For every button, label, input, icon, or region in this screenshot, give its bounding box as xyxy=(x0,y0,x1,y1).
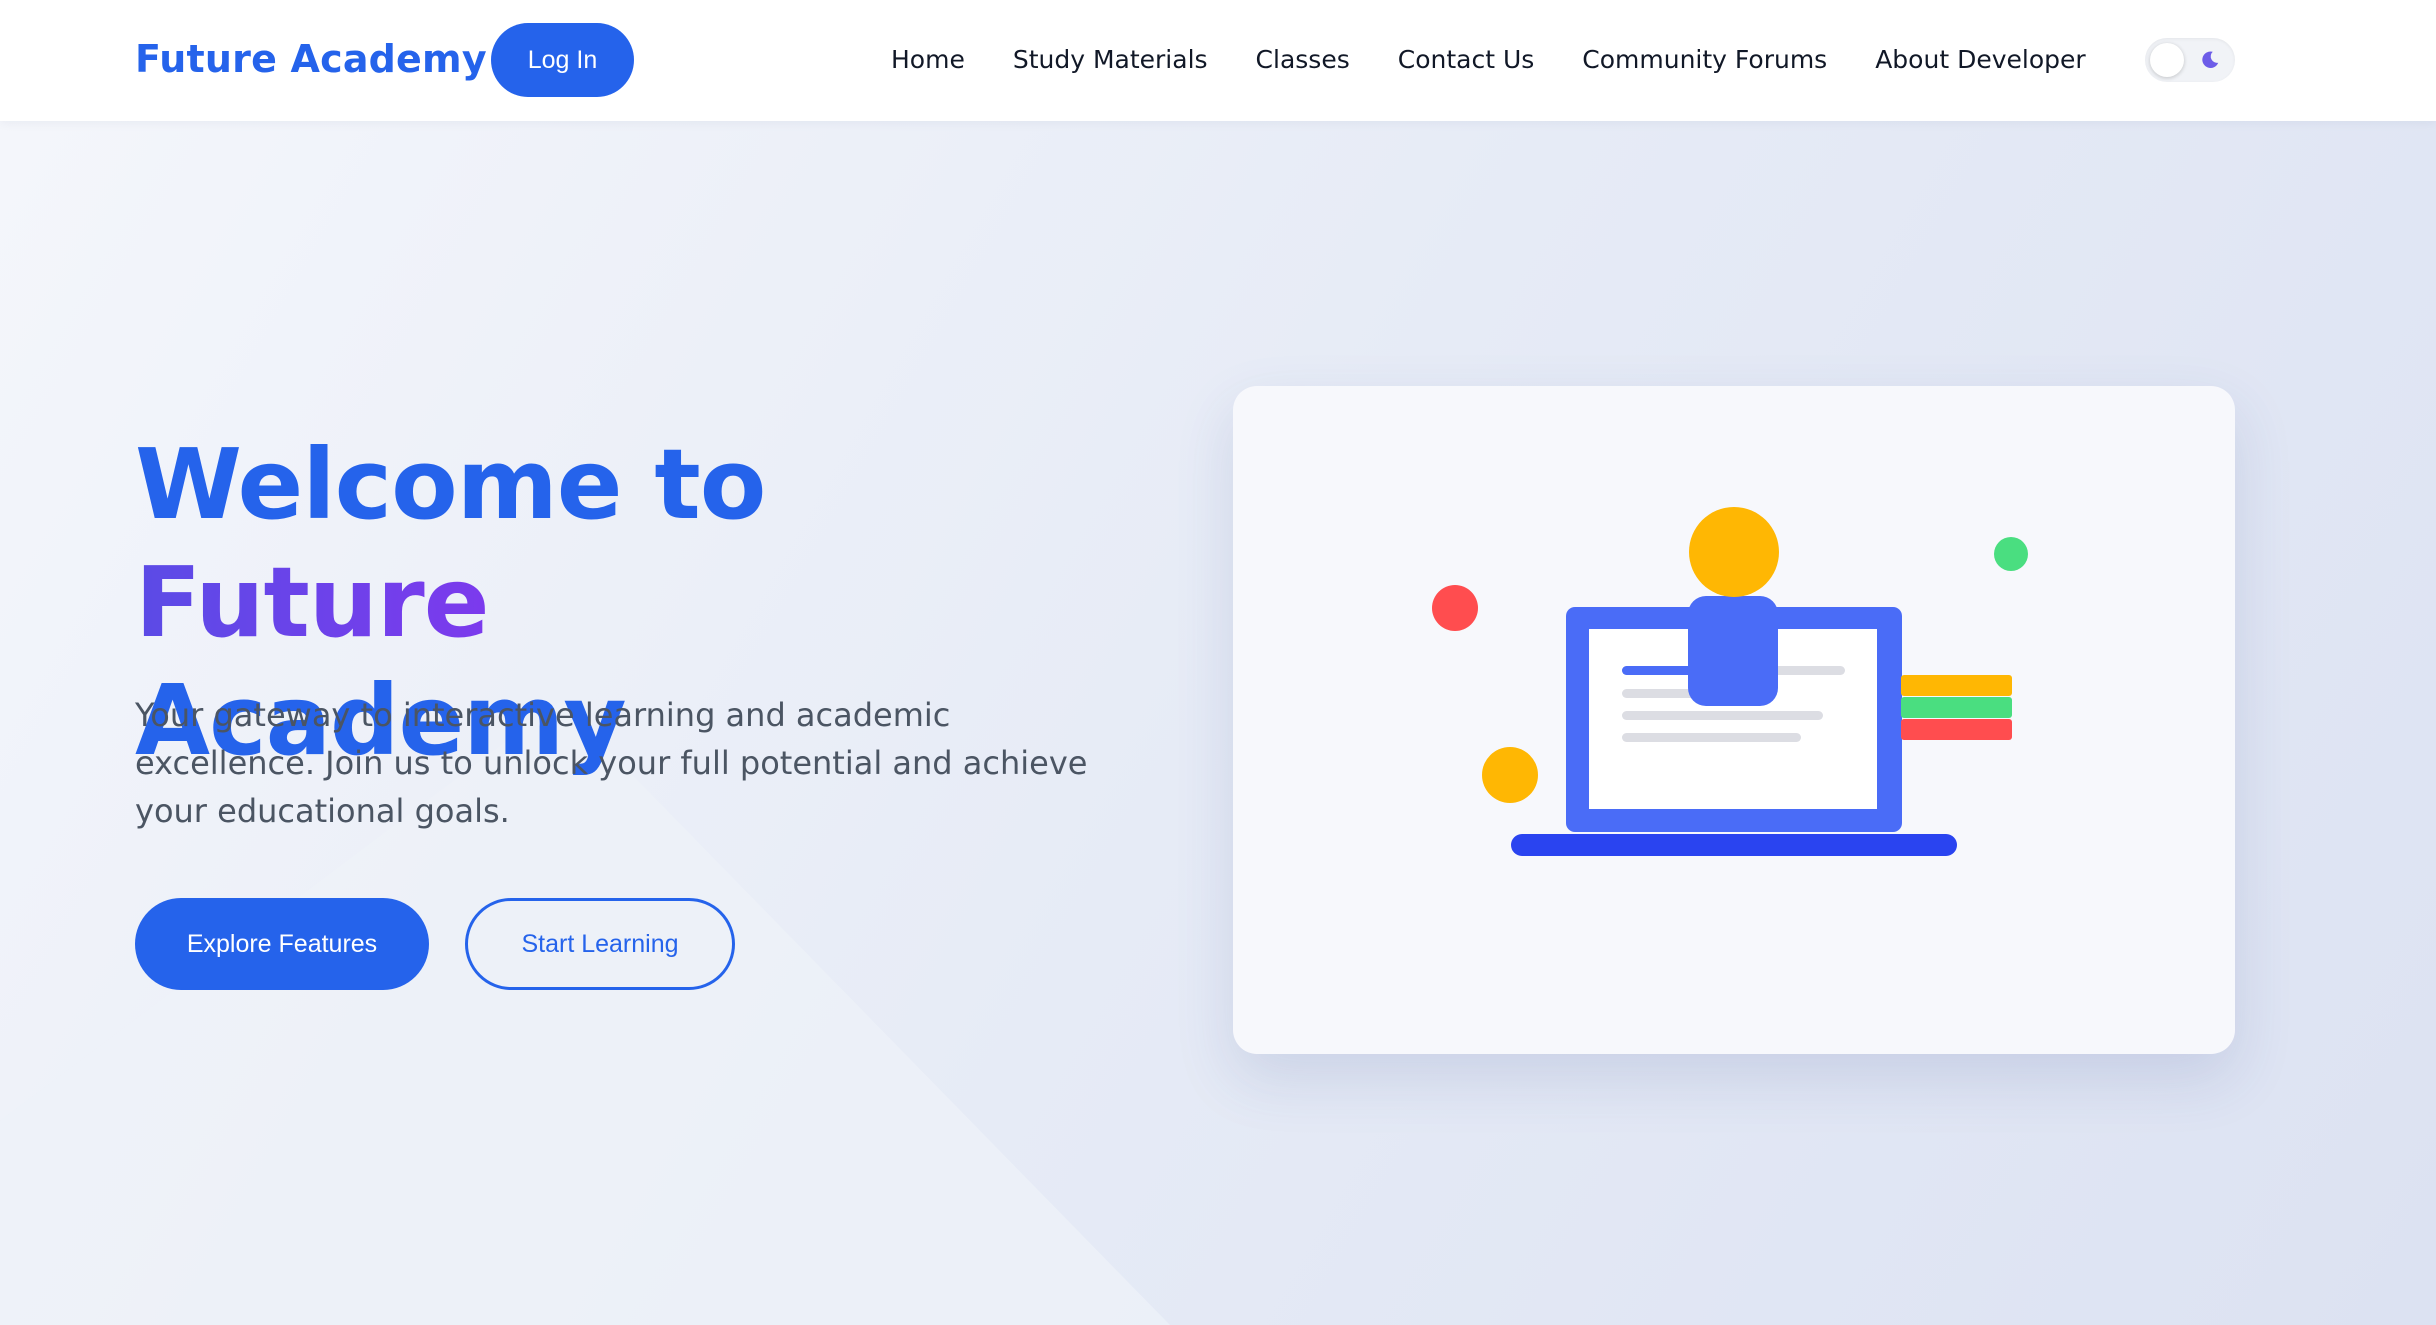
top-navbar: Future Academy Log In Home Study Materia… xyxy=(0,0,2436,121)
person-head-shape xyxy=(1689,507,1779,597)
start-learning-button[interactable]: Start Learning xyxy=(465,898,735,990)
nav-item-home: Home xyxy=(891,37,965,83)
nav-link-study-materials[interactable]: Study Materials xyxy=(1013,37,1208,83)
nav-item-contact-us: Contact Us xyxy=(1398,37,1535,83)
book-green-shape xyxy=(1901,697,2012,718)
green-dot-shape xyxy=(1994,537,2028,571)
illustration-card xyxy=(1233,386,2235,1054)
laptop-learner-illustration xyxy=(1432,507,2028,856)
hero-section: Welcome to Future Academy Your gateway t… xyxy=(0,121,2436,1325)
nav-link-home[interactable]: Home xyxy=(891,37,965,83)
person-body-shape xyxy=(1688,596,1778,706)
theme-toggle[interactable] xyxy=(2145,38,2235,82)
nav-item-about-developer: About Developer xyxy=(1875,37,2085,83)
toggle-knob xyxy=(2150,43,2184,77)
nav-item-classes: Classes xyxy=(1256,37,1350,83)
brand-logo[interactable]: Future Academy xyxy=(135,33,487,85)
yellow-dot-shape xyxy=(1482,747,1538,803)
nav-link-contact-us[interactable]: Contact Us xyxy=(1398,37,1535,83)
nav-links: Home Study Materials Classes Contact Us … xyxy=(891,37,2086,83)
explore-features-button[interactable]: Explore Features xyxy=(135,898,429,990)
red-dot-shape xyxy=(1432,585,1478,631)
hero-title-part-1: Welcome to xyxy=(135,428,766,541)
nav-link-community-forums[interactable]: Community Forums xyxy=(1582,37,1827,83)
nav-item-community-forums: Community Forums xyxy=(1582,37,1827,83)
book-yellow-shape xyxy=(1901,675,2012,696)
nav-link-about-developer[interactable]: About Developer xyxy=(1875,37,2085,83)
laptop-base-shape xyxy=(1511,834,1957,856)
hero-title-part-2: Future xyxy=(135,546,490,659)
login-button[interactable]: Log In xyxy=(491,23,634,97)
hero-description: Your gateway to interactive learning and… xyxy=(135,696,1088,830)
moon-icon xyxy=(2202,51,2219,68)
nav-link-classes[interactable]: Classes xyxy=(1256,37,1350,83)
book-red-shape xyxy=(1901,719,2012,740)
nav-item-study-materials: Study Materials xyxy=(1013,37,1208,83)
